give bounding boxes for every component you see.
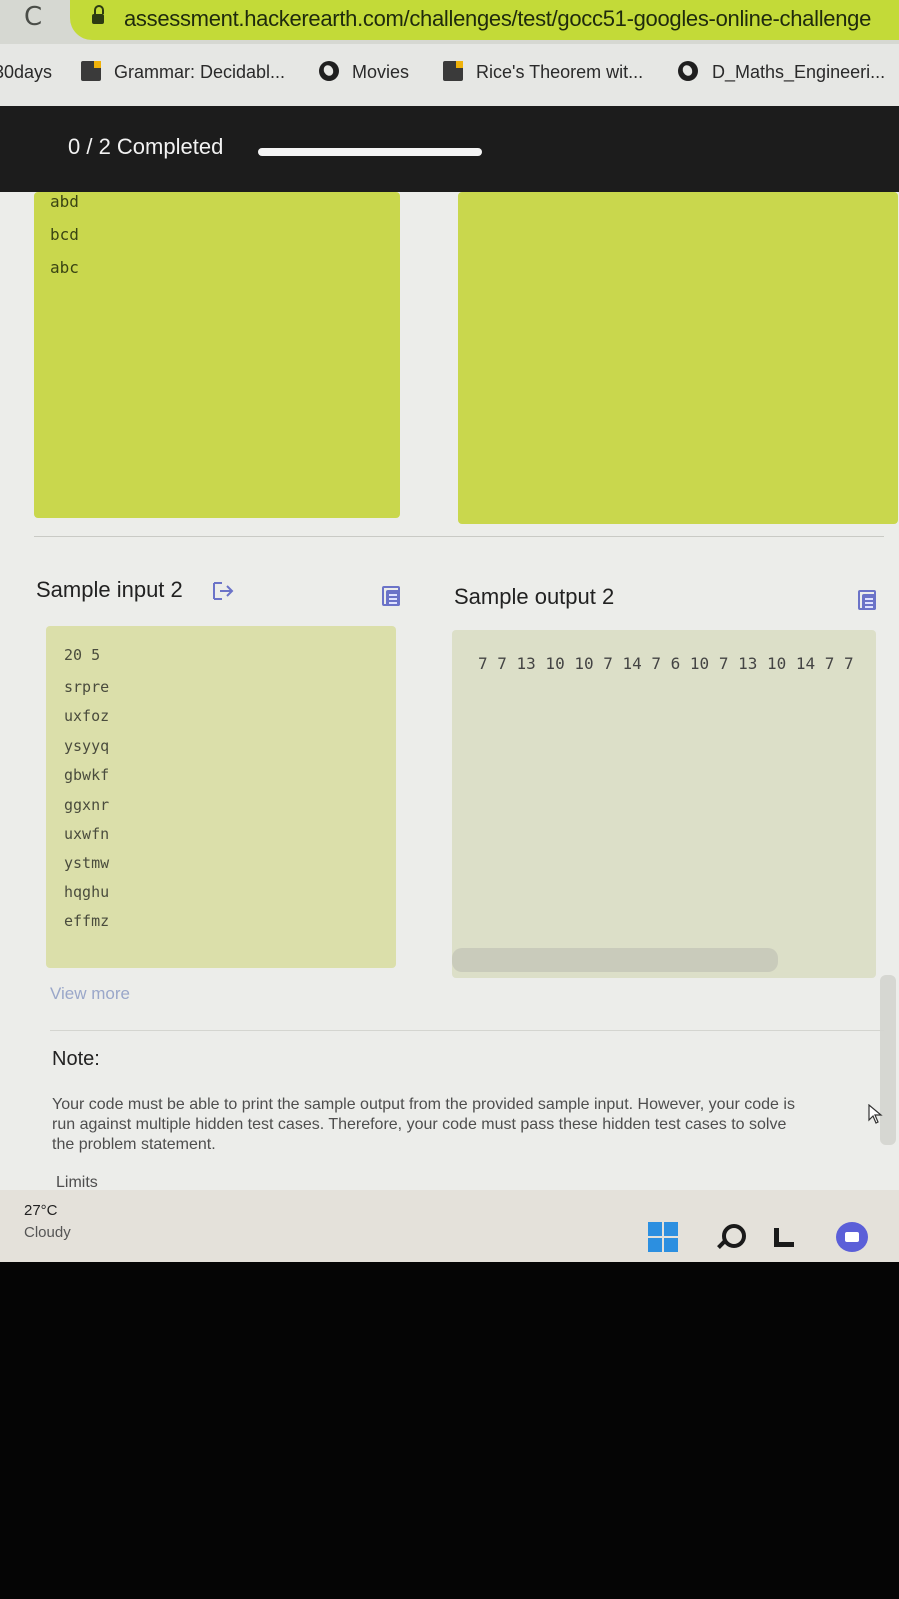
weather-condition[interactable]: Cloudy	[24, 1224, 71, 1241]
input-line: ystmw	[64, 854, 110, 872]
input-line: uxfoz	[64, 707, 110, 725]
input-line: ggxnr	[64, 796, 110, 814]
progress-label: 0 / 2 Completed	[68, 134, 224, 159]
sample-input-1-box: abd bcd abc	[34, 192, 400, 518]
monitor-bezel	[0, 1262, 899, 1599]
url-text[interactable]: assessment.hackerearth.com/challenges/te…	[124, 6, 871, 32]
sample-input-2-title: Sample input 2	[36, 577, 183, 602]
teams-chat-icon[interactable]	[836, 1222, 868, 1252]
section-divider	[50, 1030, 884, 1031]
input-line: ysyyq	[64, 737, 110, 755]
input-line: hqghu	[64, 883, 110, 901]
taskbar: 27°C Cloudy	[0, 1190, 899, 1262]
output-text: 7 7 13 10 10 7 14 7 6 10 7 13 10 14 7 7	[478, 654, 854, 673]
globe-icon	[678, 61, 698, 81]
bookmarks-bar: 30days Grammar: Decidabl... Movies Rice'…	[0, 44, 899, 107]
weather-temperature[interactable]: 27°C	[24, 1202, 58, 1219]
enter-icon[interactable]	[212, 581, 234, 601]
input-line: uxwfn	[64, 825, 110, 843]
input-line: abd	[50, 192, 79, 211]
reload-icon[interactable]: C	[24, 2, 42, 32]
copy-icon[interactable]	[858, 590, 876, 610]
sample-input-2-box: 20 5 srpre uxfoz ysyyq gbwkf ggxnr uxwfn…	[46, 626, 396, 968]
task-view-icon[interactable]	[772, 1226, 796, 1248]
note-text: Your code must be able to print the samp…	[52, 1096, 795, 1153]
windows-start-icon[interactable]	[648, 1222, 678, 1252]
bookmark-grammar[interactable]: Grammar: Decidabl...	[114, 62, 285, 83]
sample-output-2-title: Sample output 2	[454, 584, 615, 609]
note-title: Note:	[52, 1048, 100, 1070]
copy-icon[interactable]	[382, 586, 400, 606]
bookmark-d-maths[interactable]: D_Maths_Engineeri...	[712, 62, 885, 83]
sample-output-1-box	[458, 192, 898, 524]
search-icon[interactable]	[716, 1224, 746, 1250]
input-line: bcd	[50, 225, 79, 244]
section-divider	[34, 536, 884, 537]
globe-icon	[319, 61, 339, 81]
input-line: 20 5	[64, 646, 101, 664]
bookmark-movies[interactable]: Movies	[352, 62, 409, 83]
input-line: abc	[50, 258, 79, 277]
bookmark-rices-theorem[interactable]: Rice's Theorem wit...	[476, 62, 643, 83]
lock-icon[interactable]	[92, 5, 104, 24]
view-more-link[interactable]: View more	[50, 984, 130, 1004]
bookmark-favicon-icon	[81, 61, 101, 81]
input-line: srpre	[64, 678, 110, 696]
progress-bar	[258, 148, 482, 156]
sample-output-2-box: 7 7 13 10 10 7 14 7 6 10 7 13 10 14 7 7	[452, 630, 876, 978]
mouse-cursor-icon	[868, 1104, 883, 1124]
progress-header: 0 / 2 Completed	[0, 106, 899, 192]
screen: C assessment.hackerearth.com/challenges/…	[0, 0, 899, 1262]
horizontal-scrollbar[interactable]	[452, 948, 778, 972]
input-line: gbwkf	[64, 766, 110, 784]
input-line: effmz	[64, 912, 110, 930]
browser-toolbar: C assessment.hackerearth.com/challenges/…	[0, 0, 899, 44]
bookmark-30days[interactable]: 30days	[0, 62, 52, 83]
bookmark-favicon-icon	[443, 61, 463, 81]
